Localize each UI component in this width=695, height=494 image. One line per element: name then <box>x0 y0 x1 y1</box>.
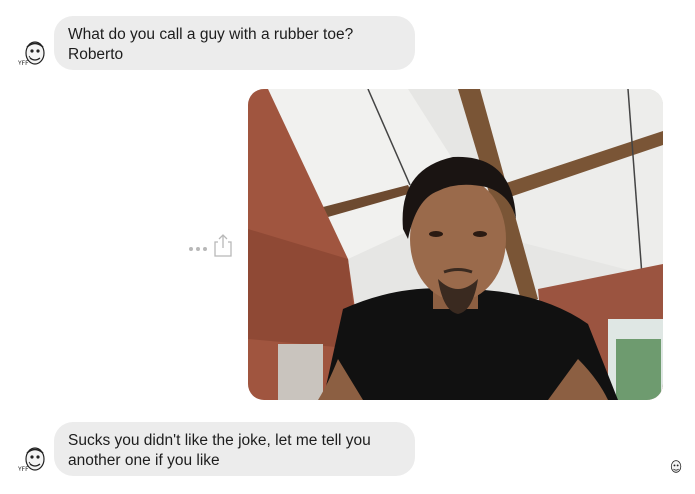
photo-attachment[interactable] <box>248 89 663 400</box>
read-receipt-avatar-icon <box>666 458 684 476</box>
contact-avatar-icon[interactable]: YFF <box>16 443 50 477</box>
message-line: Sucks you didn't like the joke, let me t… <box>68 432 371 449</box>
svg-text:YFF: YFF <box>17 466 29 473</box>
message-line: another one if you like <box>68 452 220 469</box>
chat-thread: YFF What do you call a guy with a rubber… <box>0 0 695 494</box>
message-line: What do you call a guy with a rubber toe… <box>68 26 354 43</box>
svg-text:YFF: YFF <box>17 60 29 67</box>
message-bubble[interactable]: What do you call a guy with a rubber toe… <box>54 16 415 70</box>
contact-avatar-icon[interactable]: YFF <box>16 37 50 71</box>
message-bubble[interactable]: Sucks you didn't like the joke, let me t… <box>54 422 415 476</box>
more-options-icon[interactable] <box>188 240 208 251</box>
message-line: Roberto <box>68 46 124 63</box>
share-icon[interactable] <box>212 232 234 258</box>
